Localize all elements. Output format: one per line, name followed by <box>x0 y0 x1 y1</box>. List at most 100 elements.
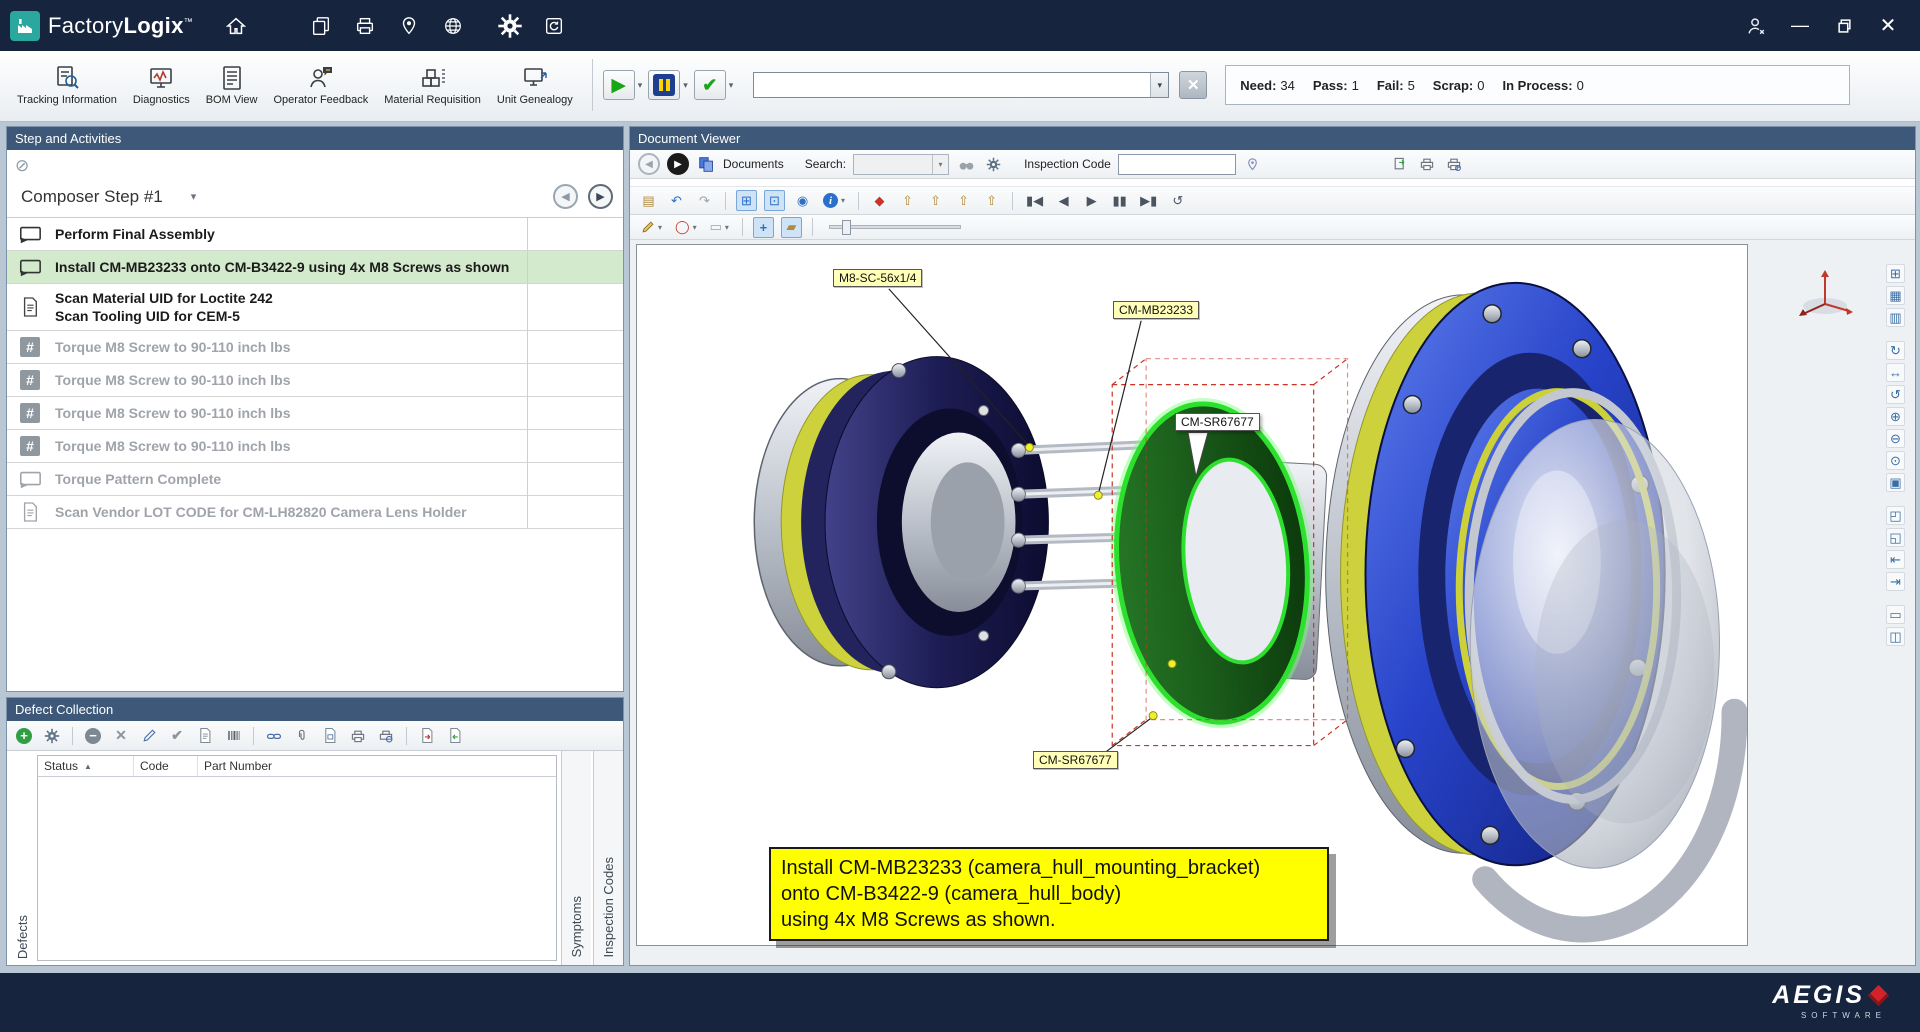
print-defects-button[interactable] <box>347 725 369 747</box>
remove-defect-button[interactable]: − <box>82 725 104 747</box>
pan-view-button[interactable]: ↔ <box>1886 363 1905 382</box>
previous-step-button[interactable]: ◀ <box>553 184 578 209</box>
print-server-button[interactable] <box>348 9 382 43</box>
start-work-button[interactable]: ▶ <box>603 70 635 100</box>
step-row-torque-1[interactable]: # Torque M8 Screw to 90-110 inch lbs <box>7 331 623 364</box>
clear-unit-button[interactable]: ✕ <box>1179 71 1207 99</box>
link-defect-button[interactable] <box>263 725 285 747</box>
animation-play-button[interactable]: ▶ <box>1081 190 1102 211</box>
defect-image-button[interactable] <box>319 725 341 747</box>
unit-genealogy-button[interactable]: Unit Genealogy <box>490 61 580 109</box>
part-label-screw[interactable]: M8-SC-56x1/4 <box>833 269 922 287</box>
complete-dropdown-icon[interactable]: ▾ <box>729 80 734 91</box>
align-left-button[interactable]: ⇤ <box>1886 550 1905 569</box>
highlighted-seal-ring-3d[interactable] <box>1104 396 1321 730</box>
orbit-view-button[interactable]: ↺ <box>1886 385 1905 404</box>
step-row-torque-2[interactable]: # Torque M8 Screw to 90-110 inch lbs <box>7 364 623 397</box>
fit-view-button[interactable]: ⊡ <box>764 190 785 211</box>
restore-button[interactable] <box>1822 9 1866 43</box>
defect-note-button[interactable] <box>194 725 216 747</box>
scan-defect-barcode-button[interactable] <box>222 725 244 747</box>
composer-dropdown-icon[interactable]: ▾ <box>191 190 197 203</box>
rotate-view-button[interactable]: ↻ <box>1886 341 1905 360</box>
operator-feedback-button[interactable]: Operator Feedback <box>266 61 375 109</box>
view-settings-button[interactable]: ◫ <box>1886 627 1905 646</box>
home-button[interactable] <box>219 9 253 43</box>
pause-work-button[interactable] <box>648 70 680 100</box>
highlight-tool-button[interactable]: ▰ <box>781 217 802 238</box>
markup-shape-button[interactable]: ◯▾ <box>672 217 700 238</box>
defects-tab[interactable]: Defects <box>7 751 37 965</box>
dock-panel-button[interactable]: ⊞ <box>1886 264 1905 283</box>
cancel-defect-button[interactable]: ✕ <box>110 725 132 747</box>
step-row-torque-pattern-complete[interactable]: Torque Pattern Complete <box>7 463 623 496</box>
zoom-out-button[interactable]: ⊖ <box>1886 429 1905 448</box>
view-list-button[interactable]: ▥ <box>1886 308 1905 327</box>
diagnostics-button[interactable]: Diagnostics <box>126 61 197 109</box>
copy-documents-button[interactable] <box>304 9 338 43</box>
document-forward-button[interactable]: ▶ <box>667 153 689 175</box>
explode-slider-thumb[interactable] <box>842 220 851 235</box>
extract-step-4-button[interactable]: ⇧ <box>981 190 1002 211</box>
inspection-codes-tab[interactable]: Inspection Codes <box>593 751 623 965</box>
attach-defect-button[interactable] <box>291 725 313 747</box>
print-document-button[interactable] <box>1417 154 1437 174</box>
document-back-button[interactable]: ◀ <box>638 153 660 175</box>
select-mode-button[interactable]: ⊞ <box>736 190 757 211</box>
zoom-window-button[interactable]: ▣ <box>1886 473 1905 492</box>
next-step-button[interactable]: ▶ <box>588 184 613 209</box>
extract-step-2-button[interactable]: ⇧ <box>925 190 946 211</box>
tracking-information-button[interactable]: Tracking Information <box>10 61 124 109</box>
search-combobox[interactable]: ▾ <box>853 154 949 175</box>
undo-button[interactable]: ↶ <box>666 190 687 211</box>
animation-next-button[interactable]: ▶▮ <box>1137 190 1160 211</box>
minimize-button[interactable]: — <box>1778 9 1822 43</box>
accept-defect-button[interactable]: ✔ <box>166 725 188 747</box>
step-row-scan-uids[interactable]: Scan Material UID for Loctite 242Scan To… <box>7 284 623 331</box>
extract-step-3-button[interactable]: ⇧ <box>953 190 974 211</box>
animation-previous-button[interactable]: ◀ <box>1053 190 1074 211</box>
step-row-torque-3[interactable]: # Torque M8 Screw to 90-110 inch lbs <box>7 397 623 430</box>
cad-canvas[interactable]: M8-SC-56x1/4 CM-MB23233 CM-SR67677 CM-SR… <box>636 244 1748 946</box>
animation-loop-button[interactable]: ↺ <box>1167 190 1188 211</box>
step-row-install-bracket[interactable]: Install CM-MB23233 onto CM-B3422-9 using… <box>7 251 623 284</box>
explode-slider[interactable] <box>829 225 961 229</box>
find-binoculars-icon[interactable] <box>956 154 976 174</box>
pan-tool-button[interactable]: + <box>753 217 774 238</box>
documents-label[interactable]: Documents <box>723 157 784 171</box>
markup-eraser-button[interactable]: ▭▾ <box>707 217 732 238</box>
add-defect-button[interactable]: + <box>13 725 35 747</box>
export-view-button[interactable]: ◆ <box>869 190 890 211</box>
shaded-view-button[interactable]: ◉ <box>792 190 813 211</box>
network-button[interactable] <box>436 9 470 43</box>
align-right-button[interactable]: ⇥ <box>1886 572 1905 591</box>
paste-view-button[interactable]: ▤ <box>638 190 659 211</box>
clear-filter-icon[interactable]: ⊘ <box>15 157 29 174</box>
pause-dropdown-icon[interactable]: ▾ <box>683 80 688 91</box>
symptoms-tab[interactable]: Symptoms <box>561 751 591 965</box>
import-defects-button[interactable] <box>444 725 466 747</box>
defect-settings-button[interactable] <box>41 725 63 747</box>
part-label-seal-ring-bottom[interactable]: CM-SR67677 <box>1033 751 1118 769</box>
redo-button[interactable]: ↷ <box>694 190 715 211</box>
inspection-pin-icon[interactable] <box>1243 154 1263 174</box>
view-grid-button[interactable]: ▦ <box>1886 286 1905 305</box>
zoom-in-button[interactable]: ⊕ <box>1886 407 1905 426</box>
column-status[interactable]: Status▲ <box>38 756 134 776</box>
markup-pencil-button[interactable]: ▾ <box>638 217 665 238</box>
location-button[interactable] <box>392 9 426 43</box>
zoom-fit-button[interactable]: ⊙ <box>1886 451 1905 470</box>
print-preview-document-button[interactable] <box>1444 154 1464 174</box>
close-button[interactable]: ✕ <box>1866 9 1910 43</box>
step-row-scan-vendor-lot[interactable]: Scan Vendor LOT CODE for CM-LH82820 Came… <box>7 496 623 529</box>
part-label-seal-ring-top[interactable]: CM-SR67677 <box>1175 413 1260 431</box>
orientation-triad[interactable] <box>1793 266 1857 320</box>
step-row-perform-final-assembly[interactable]: Perform Final Assembly <box>7 218 623 251</box>
measure-button[interactable]: ▭ <box>1886 605 1905 624</box>
export-defects-button[interactable] <box>416 725 438 747</box>
view-left-button[interactable]: ◰ <box>1886 506 1905 525</box>
step-row-torque-4[interactable]: # Torque M8 Screw to 90-110 inch lbs <box>7 430 623 463</box>
inspection-code-input[interactable] <box>1118 154 1236 175</box>
animation-first-button[interactable]: ▮◀ <box>1023 190 1046 211</box>
logoff-user-button[interactable] <box>1739 9 1773 43</box>
